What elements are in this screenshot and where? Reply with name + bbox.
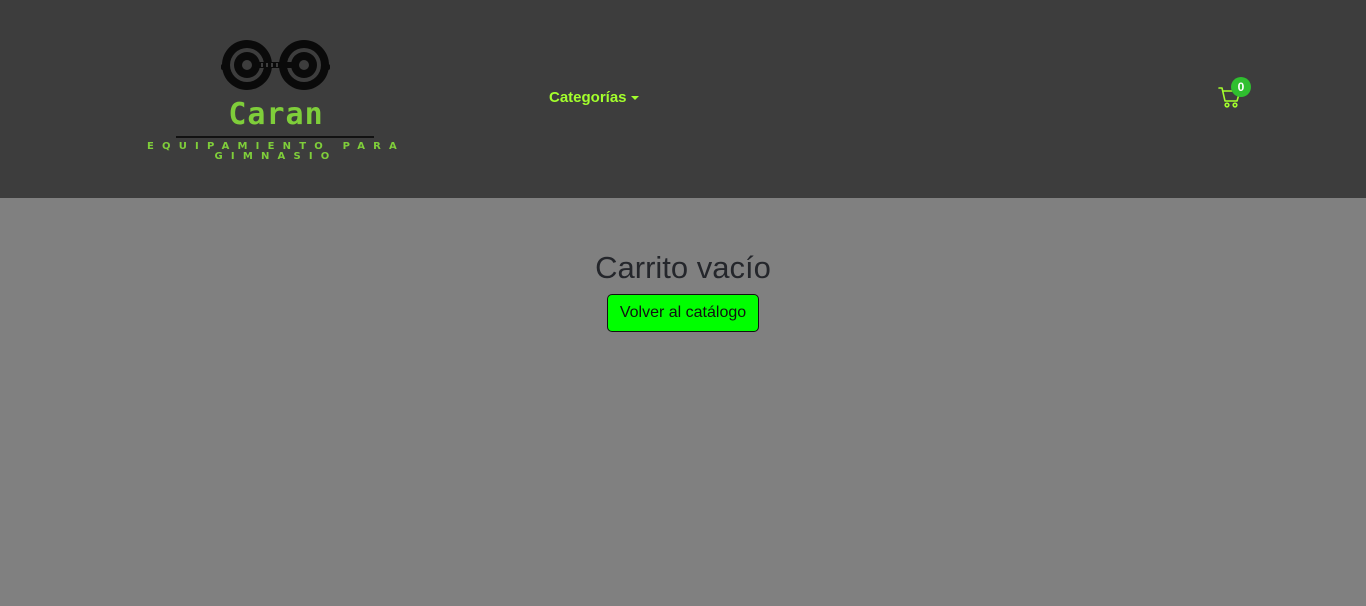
brand-name: Caran — [228, 97, 324, 132]
back-to-catalog-button[interactable]: Volver al catálogo — [607, 294, 759, 332]
categories-dropdown-label: Categorías — [549, 89, 627, 106]
navbar: Caran Equipamiento para gimnasio Categor… — [0, 0, 1366, 198]
main-content: Carrito vacío Volver al catálogo — [0, 198, 1366, 606]
categories-dropdown[interactable]: Categorías — [549, 89, 639, 106]
empty-cart-title: Carrito vacío — [595, 250, 771, 285]
cart-count-badge: 0 — [1231, 77, 1251, 97]
caret-down-icon — [630, 96, 639, 100]
brand-tagline: Equipamiento para gimnasio — [147, 141, 405, 162]
brand-divider — [176, 136, 374, 138]
brand-logo-link[interactable]: Caran Equipamiento para gimnasio — [136, 38, 416, 173]
dumbbell-weights-icon — [221, 40, 330, 90]
